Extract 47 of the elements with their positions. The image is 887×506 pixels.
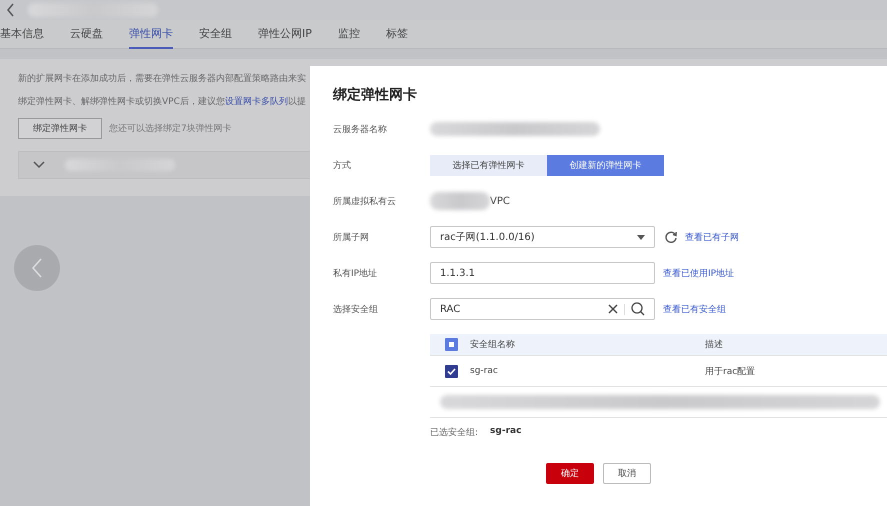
selected-value: sg-rac — [490, 426, 522, 438]
table-cell-text: sg-rac — [469, 366, 499, 376]
notice-text: 新的扩展网卡在添加成功后，需要在弹性云服务器内部配置策略路由来实 — [18, 72, 307, 85]
search-field[interactable]: RAC — [430, 298, 655, 320]
field-label: 选择安全组 — [333, 304, 379, 316]
redacted-text — [430, 192, 490, 210]
chevron-left-icon — [31, 258, 43, 278]
field-value: VPC — [490, 196, 510, 206]
option-button[interactable]: 创建新的弹性网卡 — [547, 154, 664, 176]
confirm-button[interactable]: 确定 — [546, 463, 594, 484]
selected-label: 已选安全组: — [430, 426, 478, 439]
tab[interactable]: 弹性网卡 — [129, 20, 173, 49]
column-header: 安全组名称 — [469, 338, 516, 351]
back-icon[interactable] — [6, 3, 16, 17]
dialog-title: 绑定弹性网卡 — [333, 86, 418, 104]
checkbox[interactable] — [445, 338, 458, 351]
link[interactable]: 查看已有安全组 — [663, 302, 726, 316]
chevron-down-icon[interactable] — [33, 161, 45, 169]
hint-text: 您还可以选择绑定7块弹性网卡 — [109, 122, 232, 135]
clear-icon[interactable] — [608, 304, 618, 314]
subnet-select[interactable]: rac子网(1.1.0.0/16) — [430, 226, 655, 248]
link[interactable]: 查看已使用IP地址 — [663, 266, 734, 280]
field-label: 所属子网 — [333, 232, 370, 244]
field-label: 云服务器名称 — [333, 124, 388, 136]
checkbox[interactable] — [445, 364, 458, 378]
option-button[interactable]: 选择已有弹性网卡 — [430, 154, 547, 176]
select-value: rac子网(1.1.0.0/16) — [440, 231, 535, 244]
field-label: 方式 — [333, 160, 352, 172]
tab[interactable]: 基本信息 — [0, 20, 44, 47]
tab[interactable]: 标签 — [386, 20, 408, 47]
tab[interactable]: 弹性公网IP — [258, 20, 312, 47]
link[interactable]: 查看已有子网 — [685, 230, 739, 244]
tab[interactable]: 监控 — [338, 20, 360, 47]
settings-link[interactable]: 设置网卡多队列 — [224, 97, 288, 107]
cancel-button[interactable]: 取消 — [603, 463, 651, 484]
table-cell-text: 用于rac配置 — [705, 366, 756, 378]
dropdown-icon — [637, 234, 645, 240]
column-header: 描述 — [705, 338, 724, 351]
ip-input-field[interactable]: 1.1.3.1 — [430, 262, 655, 284]
field-label: 所属虚拟私有云 — [333, 196, 397, 208]
search-icon[interactable] — [631, 302, 645, 316]
bind-button[interactable]: 绑定弹性网卡 — [18, 118, 102, 139]
field-label: 私有IP地址 — [333, 268, 378, 280]
search-value: RAC — [440, 304, 460, 314]
tab[interactable]: 安全组 — [199, 20, 232, 47]
refresh-icon[interactable] — [665, 231, 677, 243]
tab[interactable]: 云硬盘 — [70, 20, 103, 47]
